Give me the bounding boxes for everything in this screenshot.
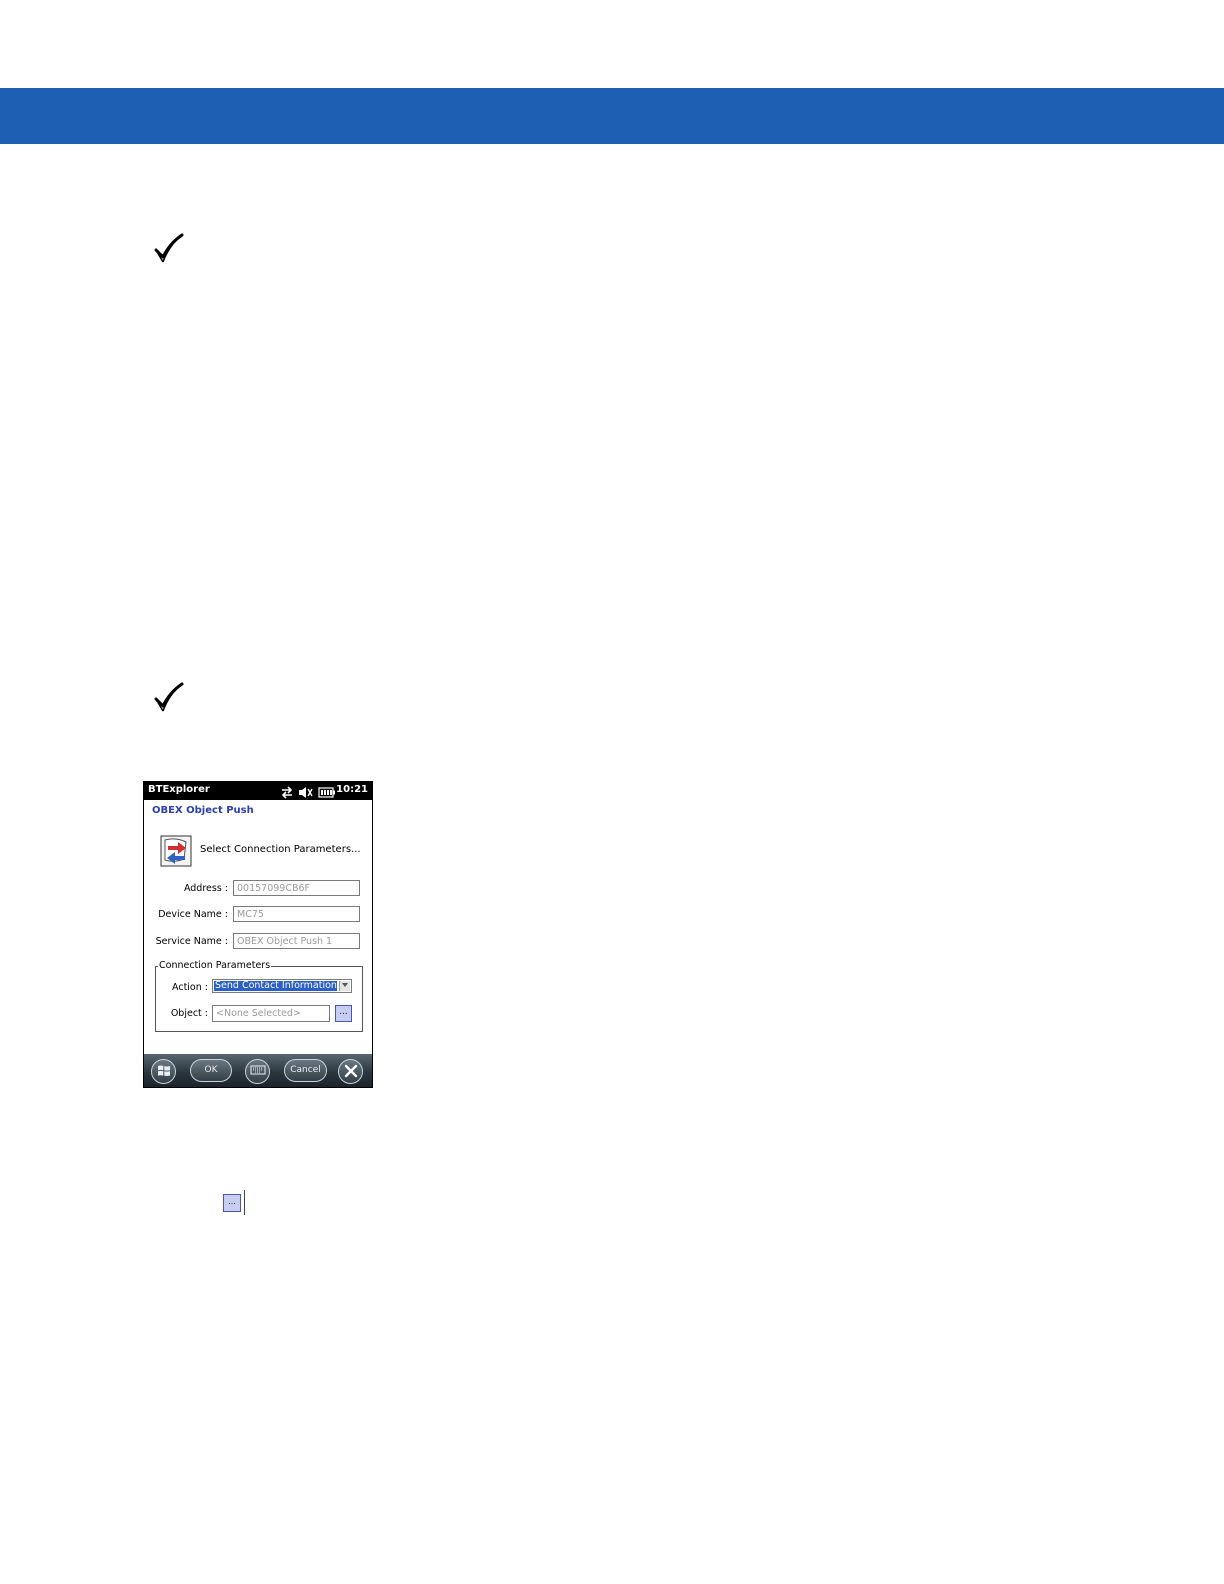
connection-prompt: Select Connection Parameters... — [200, 844, 361, 855]
cancel-button[interactable]: Cancel — [284, 1059, 327, 1082]
connection-transfer-icon — [160, 835, 192, 867]
service-name-field[interactable]: OBEX Object Push 1 — [233, 933, 360, 949]
browse-button[interactable]: ... — [335, 1005, 352, 1022]
connection-parameters-title: Connection Parameters — [158, 960, 272, 971]
screen-title: OBEX Object Push — [152, 805, 254, 816]
connection-parameters-group — [155, 966, 363, 1032]
taskbar: OK Cancel — [144, 1054, 372, 1087]
windows-start-icon[interactable] — [151, 1059, 176, 1084]
note-checkmark-icon — [153, 233, 185, 265]
header-band — [0, 88, 1224, 144]
device-screenshot: BTExplorer 10:21 OBEX Object Push Select… — [143, 781, 373, 1088]
object-field[interactable]: <None Selected> — [212, 1005, 330, 1022]
close-icon[interactable] — [338, 1059, 363, 1084]
object-label: Object : — [170, 1008, 208, 1019]
clock[interactable]: 10:21 — [336, 784, 368, 795]
inline-browse-button: ... — [223, 1194, 241, 1212]
keyboard-icon[interactable] — [245, 1059, 270, 1084]
address-label: Address : — [183, 883, 228, 894]
device-name-field[interactable]: MC75 — [233, 906, 360, 922]
action-select[interactable]: Send Contact Information — [212, 979, 352, 993]
device-name-label: Device Name : — [158, 909, 228, 920]
action-label: Action : — [172, 982, 208, 993]
action-selected-value: Send Contact Information — [214, 981, 337, 991]
address-field[interactable]: 00157099CB6F — [233, 880, 360, 896]
note-checkmark-icon — [153, 682, 185, 714]
service-name-label: Service Name : — [155, 936, 228, 947]
connectivity-icon[interactable] — [280, 784, 294, 803]
chevron-down-icon[interactable] — [339, 981, 350, 991]
text-cursor — [244, 1190, 245, 1215]
speaker-muted-icon[interactable] — [298, 784, 314, 803]
status-bar: BTExplorer 10:21 — [144, 782, 372, 800]
ok-button[interactable]: OK — [190, 1059, 232, 1082]
app-title: BTExplorer — [148, 784, 210, 795]
battery-icon[interactable] — [318, 784, 336, 803]
